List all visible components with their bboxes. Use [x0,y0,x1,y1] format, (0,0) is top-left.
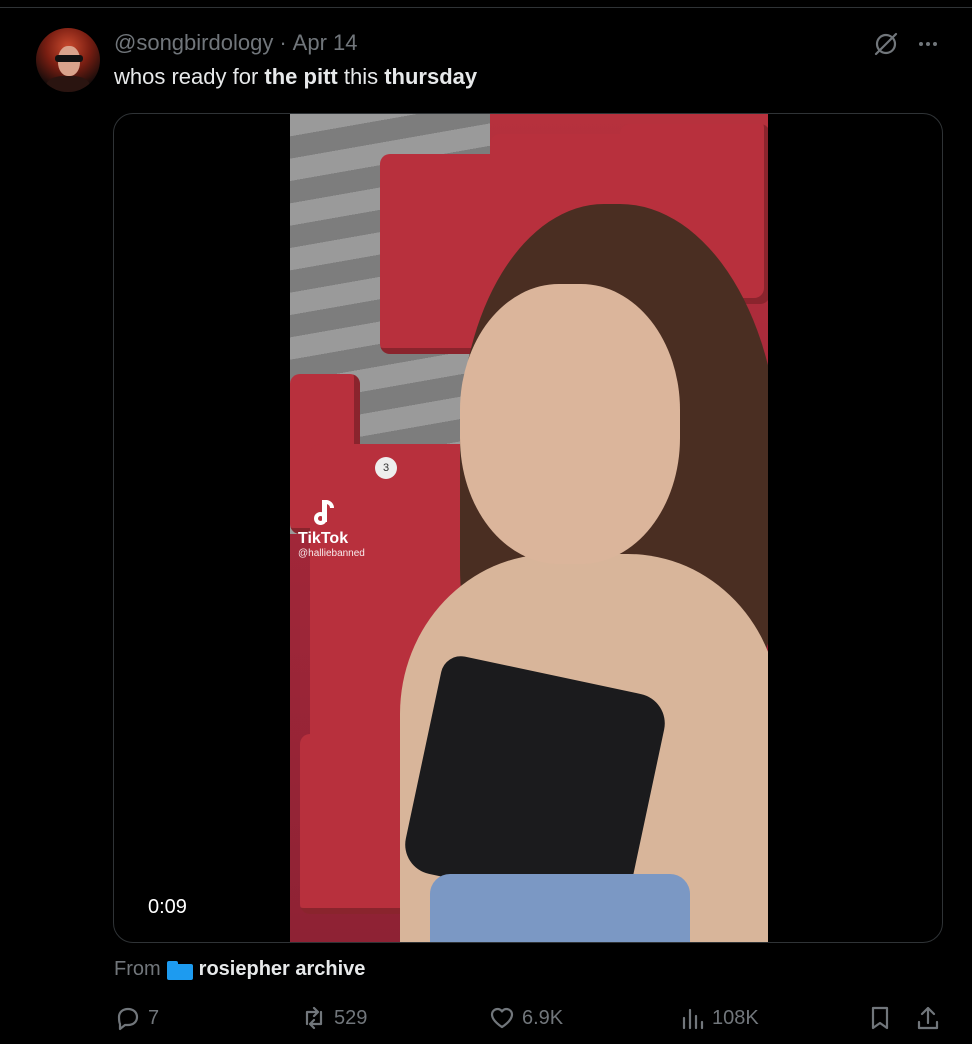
like-button[interactable]: 6.9K [488,1004,563,1032]
user-handle[interactable]: @songbirdology [114,30,273,56]
tiktok-brand: TikTok [298,530,349,547]
share-icon [917,1006,939,1030]
tiktok-user: @halliebanned [298,548,365,559]
tweet-date[interactable]: Apr 14 [293,30,358,56]
video-duration: 0:09 [144,894,191,921]
tweet-header: @songbirdology · Apr 14 [114,30,357,56]
action-bar: 7 529 6.9K 108K [0,1004,972,1036]
source-from-label: From [114,958,161,980]
folder-icon [166,960,193,980]
grok-icon[interactable] [872,30,900,58]
views-button[interactable]: 108K [678,1004,759,1032]
reply-count: 7 [148,1006,160,1029]
repost-count: 529 [334,1006,368,1029]
avatar[interactable] [36,28,100,92]
like-count: 6.9K [522,1006,564,1029]
bookmark-button[interactable] [866,1004,894,1032]
repost-button[interactable]: 529 [300,1004,367,1032]
tiktok-logo-icon [310,498,338,528]
video-frame[interactable]: 3 TikTok @halliebanned [290,114,768,942]
heart-icon [490,1007,514,1029]
bookmark-icon [871,1006,889,1030]
header-separator: · [279,30,287,55]
reply-icon [117,1007,139,1031]
video-player[interactable]: 3 TikTok @halliebanned 0:09 [113,113,943,943]
source-attribution: From rosiepher archive [114,958,365,981]
views-count: 108K [712,1006,759,1029]
views-icon [682,1008,704,1030]
repost-icon [305,1006,323,1030]
tiktok-watermark: TikTok @halliebanned [298,498,365,559]
top-divider [0,0,972,8]
share-button[interactable] [914,1004,942,1032]
more-icon[interactable] [914,30,942,58]
seat-number: 3 [375,457,397,479]
source-name-link[interactable]: rosiepher archive [199,958,366,981]
reply-button[interactable]: 7 [114,1004,159,1032]
tweet-text: whos ready for the pitt this thursday [114,64,478,89]
